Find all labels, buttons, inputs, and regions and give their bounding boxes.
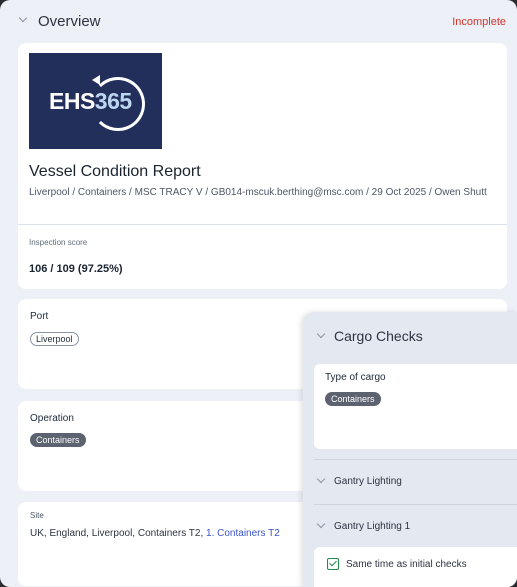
inspection-score-label: Inspection score xyxy=(29,238,88,247)
site-text: UK, England, Liverpool, Containers T2, xyxy=(30,528,204,539)
report-breadcrumb: Liverpool / Containers / MSC TRACY V / G… xyxy=(29,187,487,198)
chevron-down-icon[interactable] xyxy=(316,474,326,484)
operation-chip[interactable]: Containers xyxy=(30,433,86,447)
gantry-lighting-1-section[interactable]: Gantry Lighting 1 xyxy=(334,521,410,532)
type-of-cargo-card: Type of cargo Containers xyxy=(314,364,517,449)
cargo-checks-panel: Cargo Checks Type of cargo Containers Ga… xyxy=(303,312,517,587)
divider xyxy=(314,459,517,460)
gantry-lighting-section[interactable]: Gantry Lighting xyxy=(334,476,402,487)
status-badge: Incomplete xyxy=(452,16,506,28)
divider xyxy=(18,224,507,225)
logo-number: 365 xyxy=(94,88,132,114)
app-window: Overview Incomplete EHS365 Vessel Condit… xyxy=(0,0,517,587)
report-summary-card: EHS365 Vessel Condition Report Liverpool… xyxy=(18,43,507,289)
chevron-down-icon[interactable] xyxy=(18,13,28,23)
checkbox-checked-icon[interactable] xyxy=(327,558,339,570)
cargo-checks-title: Cargo Checks xyxy=(334,328,423,344)
same-time-label: Same time as initial checks xyxy=(346,559,467,570)
logo-brand: EHS xyxy=(49,88,95,114)
port-chip[interactable]: Liverpool xyxy=(30,332,79,346)
chevron-down-icon[interactable] xyxy=(316,329,326,339)
same-time-checkbox-row[interactable]: Same time as initial checks xyxy=(314,547,517,587)
site-link[interactable]: 1. Containers T2 xyxy=(206,528,280,539)
cargo-type-chip[interactable]: Containers xyxy=(325,392,381,406)
type-of-cargo-label: Type of cargo xyxy=(325,372,386,383)
report-title: Vessel Condition Report xyxy=(29,163,201,180)
operation-label: Operation xyxy=(30,413,74,424)
chevron-down-icon[interactable] xyxy=(316,519,326,529)
divider xyxy=(314,504,517,505)
inspection-score-value: 106 / 109 (97.25%) xyxy=(29,263,123,275)
port-label: Port xyxy=(30,311,49,322)
overview-title: Overview xyxy=(38,13,101,30)
site-value: UK, England, Liverpool, Containers T2, 1… xyxy=(30,528,280,539)
logo-arrow-icon xyxy=(92,75,100,85)
ehs365-logo: EHS365 xyxy=(29,53,162,149)
site-label: Site xyxy=(30,511,44,520)
overview-header[interactable]: Overview Incomplete xyxy=(0,0,517,44)
